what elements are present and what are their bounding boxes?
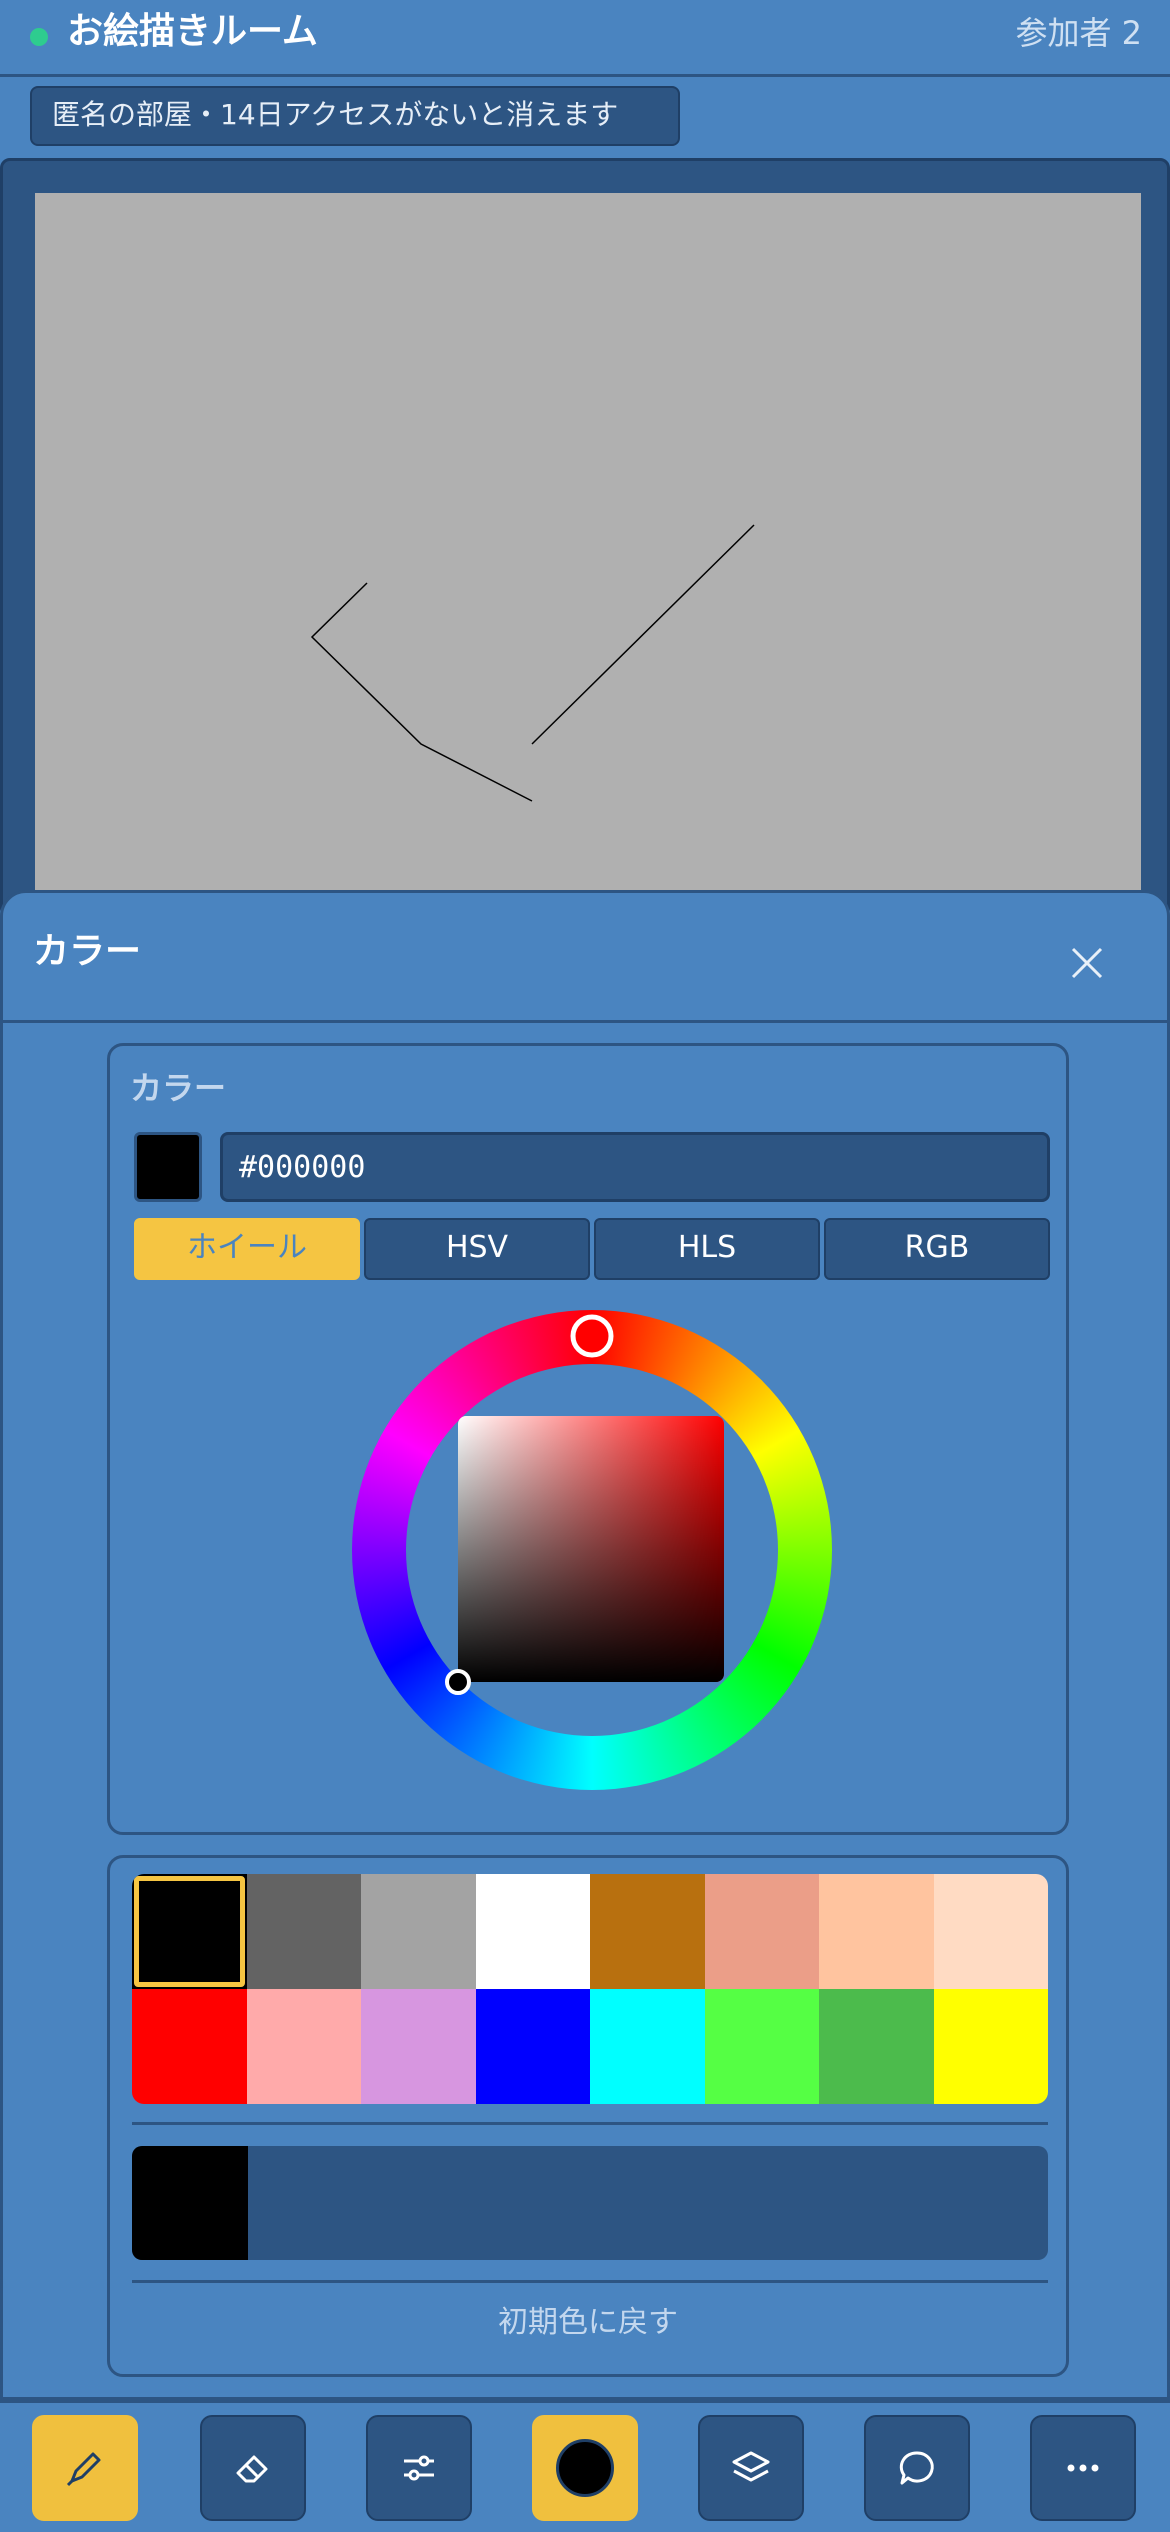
sliders-icon [404,2455,434,2481]
picker-label: カラー [130,1069,227,1107]
pen-tool-button[interactable] [32,2415,138,2521]
sheet-header: カラー [3,893,1167,1023]
reset-color-button[interactable]: 初期色に戻す [110,2298,1066,2348]
drawing-canvas[interactable] [35,193,1141,923]
room-title: お絵描きルーム [67,11,318,52]
drawing-strokes [310,524,755,802]
chat-button[interactable] [864,2415,970,2521]
divider [132,2280,1048,2283]
close-icon [1071,947,1103,979]
tab-hls[interactable]: HLS [594,1218,820,1280]
tab-wheel[interactable]: ホイール [134,1218,360,1280]
tab-rgb[interactable]: RGB [824,1218,1050,1280]
hue-handle [570,1314,614,1358]
room-notice: 匿名の部屋・14日アクセスがないと消えます [30,86,680,146]
color-picker-panel: カラー ホイール HSV HLS RGB [107,1043,1069,1835]
palette-swatch[interactable] [704,1989,819,2104]
palette-swatch[interactable] [361,1874,476,1989]
divider [132,2122,1048,2125]
palette-swatch[interactable] [132,1989,247,2104]
palette-swatch[interactable] [590,1989,705,2104]
palette-swatch[interactable] [246,1989,361,2104]
tab-hsv[interactable]: HSV [364,1218,590,1280]
online-status-dot [30,28,48,46]
eraser-tool-button[interactable] [200,2415,306,2521]
palette-panel: 初期色に戻す [107,1855,1069,2377]
layers-button[interactable] [698,2415,804,2521]
color-palette [132,1874,1048,2104]
palette-swatch[interactable] [475,1989,590,2104]
sv-handle [445,1669,471,1695]
stroke-2 [531,524,755,745]
sheet-title: カラー [33,931,142,972]
pen-icon [66,2452,101,2487]
color-sheet: カラー カラー ホイール HSV HLS RGB [0,890,1170,2400]
palette-swatch[interactable] [132,1874,247,1989]
current-color-swatch [134,1132,202,1202]
palette-swatch[interactable] [361,1989,476,2104]
palette-swatch[interactable] [590,1874,705,1989]
top-bar: お絵描きルーム 参加者 2 [0,0,1170,77]
canvas-area [0,158,1170,923]
eraser-icon [236,2455,268,2483]
palette-swatch[interactable] [246,1874,361,1989]
close-button[interactable] [1055,931,1119,995]
more-icon [1067,2464,1099,2472]
palette-swatch[interactable] [933,1989,1048,2104]
chat-icon [899,2451,934,2485]
more-button[interactable] [1030,2415,1136,2521]
participant-count[interactable]: 参加者 2 [1015,8,1142,58]
stroke-1 [310,582,533,802]
bottom-toolbar [0,2400,1170,2532]
picker-mode-tabs: ホイール HSV HLS RGB [134,1218,1050,1280]
layers-icon [732,2451,770,2482]
hex-input[interactable] [220,1132,1050,1202]
palette-swatch[interactable] [933,1874,1048,1989]
color-wheel[interactable] [350,1308,834,1792]
history-swatch[interactable] [132,2146,248,2260]
color-picker-button[interactable] [532,2415,638,2521]
color-history [132,2146,1048,2260]
palette-swatch[interactable] [819,1989,934,2104]
brush-settings-button[interactable] [366,2415,472,2521]
palette-swatch[interactable] [475,1874,590,1989]
palette-swatch[interactable] [704,1874,819,1989]
current-color-indicator [556,2439,614,2497]
palette-swatch[interactable] [819,1874,934,1989]
